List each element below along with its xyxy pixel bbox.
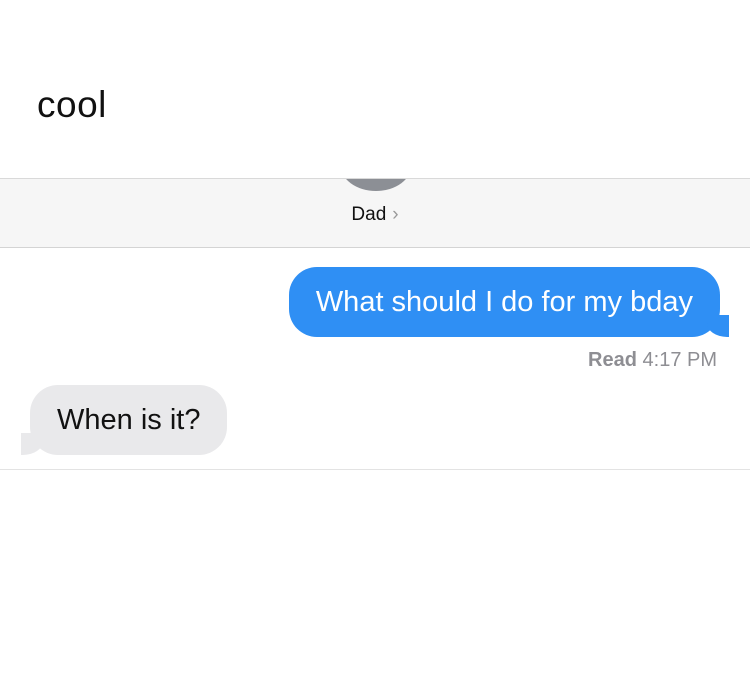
sent-message-bubble[interactable]: What should I do for my bday (288, 267, 730, 337)
received-message-text: When is it? (57, 403, 201, 436)
contact-avatar[interactable] (340, 179, 412, 191)
caption-text: cool (37, 84, 107, 125)
contact-name-button[interactable]: Dad › (0, 204, 750, 226)
chevron-right-icon: › (392, 204, 399, 225)
received-message-bubble[interactable]: When is it? (20, 385, 228, 455)
contact-name: Dad (351, 204, 387, 225)
read-receipt-label: Read (588, 349, 637, 371)
messages-screenshot: Dad › What should I do for my bday Read 4… (0, 178, 750, 470)
read-receipt: Read 4:17 PM (588, 349, 717, 372)
conversation-header: Dad › (0, 179, 750, 248)
read-receipt-time: 4:17 PM (642, 349, 717, 371)
sent-message-text: What should I do for my bday (315, 285, 693, 318)
